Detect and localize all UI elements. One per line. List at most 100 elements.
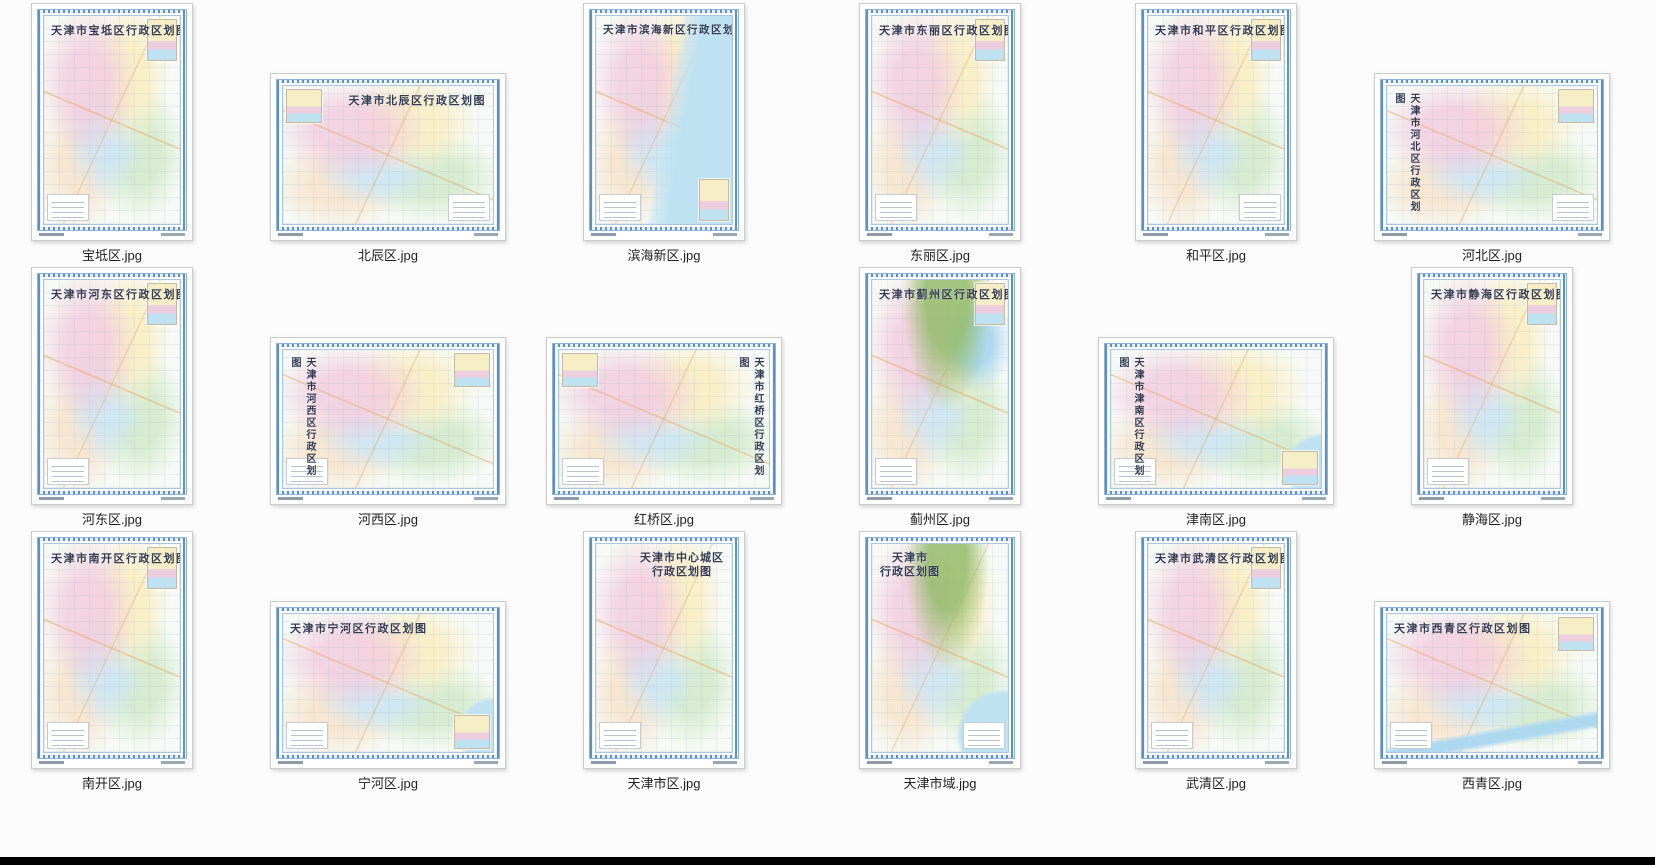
file-name[interactable]: 北辰区.jpg	[358, 248, 418, 264]
inset-map	[1558, 617, 1594, 651]
file-name[interactable]: 蓟州区.jpg	[910, 512, 970, 528]
map-frame: 天津市红桥区行政区划图	[552, 343, 776, 495]
map-thumbnail[interactable]: 天津市津南区行政区划图	[1098, 337, 1334, 505]
legend-box	[963, 722, 1005, 749]
file-item[interactable]: 天津市 行政区划图 天津市域.jpg	[802, 530, 1078, 794]
map-thumbnail[interactable]: 天津市河北区行政区划图	[1374, 73, 1610, 241]
file-name[interactable]: 宝坻区.jpg	[82, 248, 142, 264]
inset-map	[1558, 89, 1594, 123]
map-frame: 天津市西青区行政区划图	[1380, 607, 1604, 759]
map-thumbnail[interactable]: 天津市红桥区行政区划图	[546, 337, 782, 505]
file-name[interactable]: 静海区.jpg	[1462, 512, 1522, 528]
file-name[interactable]: 西青区.jpg	[1462, 776, 1522, 792]
map-thumbnail[interactable]: 天津市滨海新区行政区划图	[583, 3, 745, 241]
file-name[interactable]: 河东区.jpg	[82, 512, 142, 528]
file-item[interactable]: 天津市河北区行政区划图 河北区.jpg	[1354, 2, 1630, 266]
file-item[interactable]: 天津市静海区行政区划图 静海区.jpg	[1354, 266, 1630, 530]
map-thumbnail[interactable]: 天津市北辰区行政区划图	[270, 73, 506, 241]
file-item[interactable]: 天津市北辰区行政区划图 北辰区.jpg	[250, 2, 526, 266]
footer-marks	[37, 231, 187, 238]
map-thumbnail[interactable]: 天津市中心城区 行政区划图	[583, 531, 745, 769]
map-frame: 天津市河北区行政区划图	[1380, 79, 1604, 231]
legend-box	[875, 458, 917, 485]
footer-marks	[865, 231, 1015, 238]
map-title-line1: 天津市	[880, 551, 940, 565]
map-frame: 天津市东丽区行政区划图	[865, 9, 1015, 231]
footer-marks	[37, 495, 187, 502]
file-item[interactable]: 天津市河西区行政区划图 河西区.jpg	[250, 266, 526, 530]
map-title: 天津市津南区行政区划图	[1115, 357, 1145, 488]
file-name[interactable]: 和平区.jpg	[1186, 248, 1246, 264]
file-item[interactable]: 天津市宝坻区行政区划图 宝坻区.jpg	[0, 2, 250, 266]
legend-box	[875, 194, 917, 221]
legend-box	[1239, 194, 1281, 221]
map-frame: 天津市北辰区行政区划图	[276, 79, 500, 231]
file-item[interactable]: 天津市武清区行政区划图 武清区.jpg	[1078, 530, 1354, 794]
map-title: 天津市滨海新区行政区划图	[603, 22, 733, 37]
map-frame: 天津市津南区行政区划图	[1104, 343, 1328, 495]
file-item[interactable]: 天津市东丽区行政区划图 东丽区.jpg	[802, 2, 1078, 266]
map-thumbnail[interactable]: 天津市东丽区行政区划图	[859, 3, 1021, 241]
map-image: 天津市南开区行政区划图	[43, 543, 181, 753]
file-item[interactable]: 天津市西青区行政区划图 西青区.jpg	[1354, 530, 1630, 794]
legend-box	[562, 458, 604, 485]
footer-marks	[589, 231, 739, 238]
map-image: 天津市河西区行政区划图	[282, 349, 494, 489]
map-thumbnail[interactable]: 天津市西青区行政区划图	[1374, 601, 1610, 769]
map-title: 天津市河东区行政区划图	[51, 286, 181, 302]
inset-map	[286, 89, 322, 123]
map-frame: 天津市河西区行政区划图	[276, 343, 500, 495]
map-thumbnail[interactable]: 天津市河西区行政区划图	[270, 337, 506, 505]
map-thumbnail[interactable]: 天津市河东区行政区划图	[31, 267, 193, 505]
file-name[interactable]: 红桥区.jpg	[634, 512, 694, 528]
file-item[interactable]: 天津市中心城区 行政区划图 天津市区.jpg	[526, 530, 802, 794]
map-image: 天津市红桥区行政区划图	[558, 349, 770, 489]
map-title-line1: 天津市中心城区	[640, 551, 724, 565]
file-name[interactable]: 河北区.jpg	[1462, 248, 1522, 264]
map-title: 天津市西青区行政区划图	[1394, 620, 1532, 636]
map-frame: 天津市武清区行政区划图	[1141, 537, 1291, 759]
map-thumbnail[interactable]: 天津市 行政区划图	[859, 531, 1021, 769]
map-image: 天津市津南区行政区划图	[1110, 349, 1322, 489]
map-title: 天津市宝坻区行政区划图	[51, 22, 181, 38]
file-item[interactable]: 天津市和平区行政区划图 和平区.jpg	[1078, 2, 1354, 266]
file-name[interactable]: 宁河区.jpg	[358, 776, 418, 792]
map-frame: 天津市南开区行政区划图	[37, 537, 187, 759]
file-item[interactable]: 天津市滨海新区行政区划图 滨海新区.jpg	[526, 2, 802, 266]
map-thumbnail[interactable]: 天津市武清区行政区划图	[1135, 531, 1297, 769]
file-item[interactable]: 天津市宁河区行政区划图 宁河区.jpg	[250, 530, 526, 794]
legend-box	[47, 722, 89, 749]
file-item[interactable]: 天津市津南区行政区划图 津南区.jpg	[1078, 266, 1354, 530]
map-thumbnail[interactable]: 天津市宁河区行政区划图	[270, 601, 506, 769]
map-thumbnail[interactable]: 天津市南开区行政区划图	[31, 531, 193, 769]
legend-box	[47, 458, 89, 485]
file-name[interactable]: 河西区.jpg	[358, 512, 418, 528]
file-name[interactable]: 天津市区.jpg	[628, 776, 701, 792]
map-title: 天津市红桥区行政区划图	[735, 357, 765, 488]
map-thumbnail[interactable]: 天津市静海区行政区划图	[1411, 267, 1573, 505]
file-item[interactable]: 天津市河东区行政区划图 河东区.jpg	[0, 266, 250, 530]
file-item[interactable]: 天津市蓟州区行政区划图 蓟州区.jpg	[802, 266, 1078, 530]
map-thumbnail[interactable]: 天津市宝坻区行政区划图	[31, 3, 193, 241]
map-title: 天津市武清区行政区划图	[1155, 550, 1285, 566]
file-name[interactable]: 武清区.jpg	[1186, 776, 1246, 792]
file-name[interactable]: 滨海新区.jpg	[628, 248, 701, 264]
file-item[interactable]: 天津市红桥区行政区划图 红桥区.jpg	[526, 266, 802, 530]
legend-box	[286, 722, 328, 749]
file-name[interactable]: 东丽区.jpg	[910, 248, 970, 264]
file-name[interactable]: 南开区.jpg	[82, 776, 142, 792]
bottom-black-bar	[0, 857, 1655, 865]
file-name[interactable]: 津南区.jpg	[1186, 512, 1246, 528]
map-frame: 天津市宝坻区行政区划图	[37, 9, 187, 231]
inset-map	[562, 353, 598, 387]
map-thumbnail[interactable]: 天津市和平区行政区划图	[1135, 3, 1297, 241]
file-item[interactable]: 天津市南开区行政区划图 南开区.jpg	[0, 530, 250, 794]
footer-marks	[1104, 495, 1328, 502]
map-thumbnail[interactable]: 天津市蓟州区行政区划图	[859, 267, 1021, 505]
map-image: 天津市西青区行政区划图	[1386, 613, 1598, 753]
map-title: 天津市 行政区划图	[880, 551, 940, 579]
map-title: 天津市静海区行政区划图	[1431, 286, 1561, 302]
file-name[interactable]: 天津市域.jpg	[904, 776, 977, 792]
legend-box	[1552, 194, 1594, 221]
footer-marks	[37, 759, 187, 766]
